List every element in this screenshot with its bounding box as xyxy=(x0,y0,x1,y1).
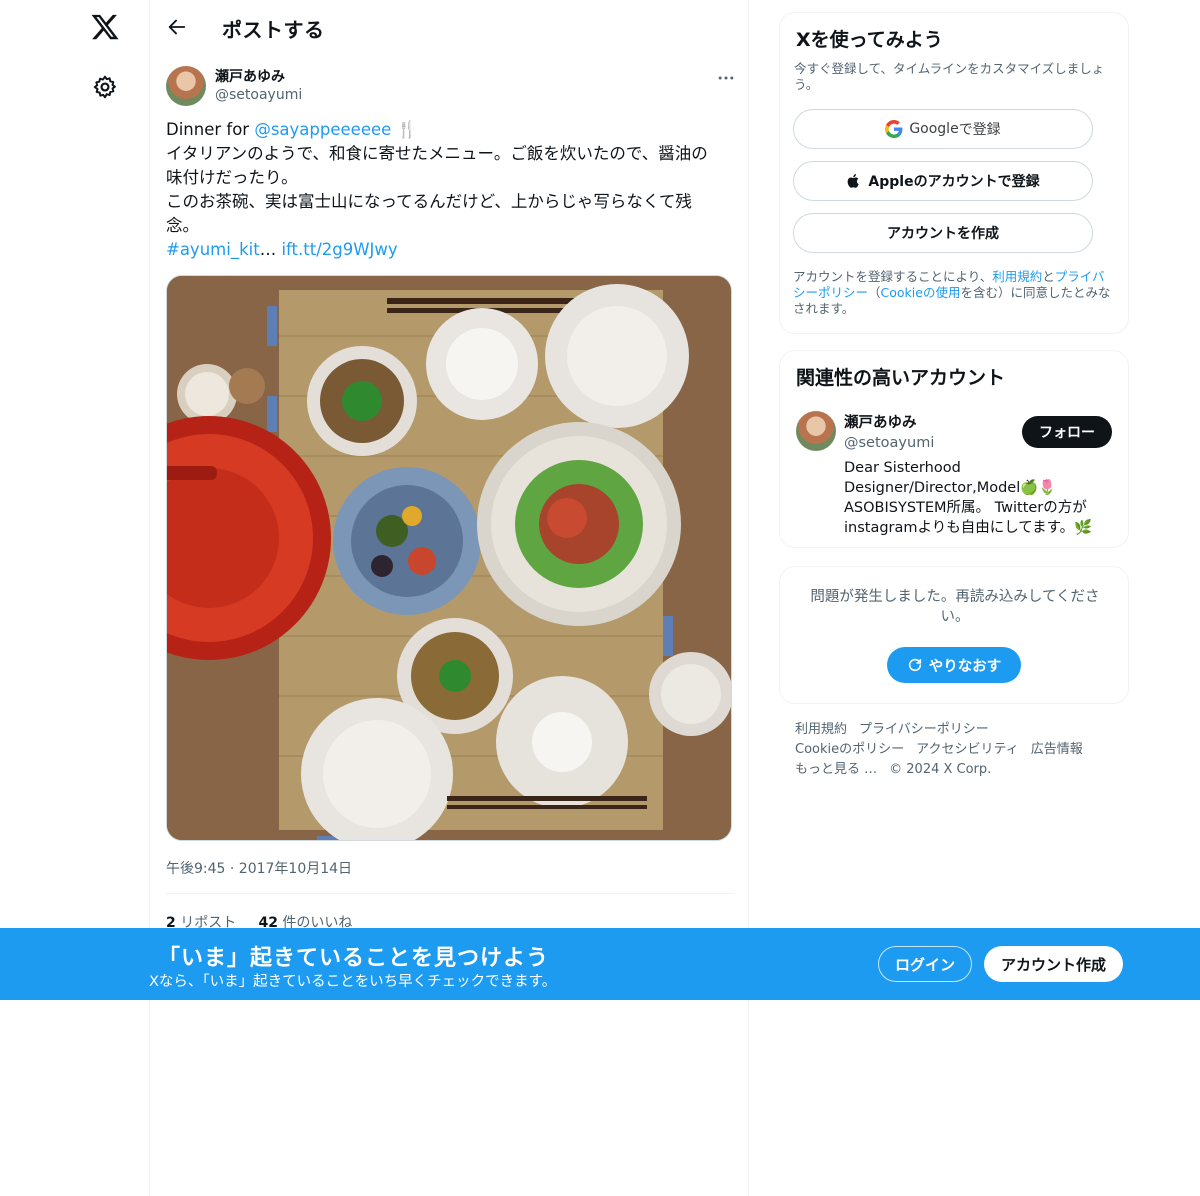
left-nav xyxy=(0,0,150,1196)
top-bar: ポストする xyxy=(150,0,750,54)
login-banner: 「いま」起きていることを見つけよう Xなら、「いま」起きていることをいち早くチェ… xyxy=(0,928,1200,1000)
relevant-accounts-card: 関連性の高いアカウント 瀬戸あゆみ @setoayumi フォロー Dear S… xyxy=(779,350,1129,548)
account-bio: Dear Sisterhood Designer/Director,Model🍏… xyxy=(844,458,1114,538)
signup-card-title: Xを使ってみよう xyxy=(796,29,943,51)
x-logo-icon[interactable] xyxy=(90,12,120,42)
legal-text: アカウントを登録することにより、利用規約とプライバシーポリシー（Cookieの使… xyxy=(793,269,1117,317)
apple-signup-label: Appleのアカウントで登録 xyxy=(868,174,1040,190)
short-link[interactable]: ift.tt/2g9WJwy xyxy=(281,240,397,259)
google-signup-button[interactable]: Google で登録 xyxy=(793,109,1093,149)
gear-icon[interactable] xyxy=(92,74,118,100)
post-photo[interactable] xyxy=(166,275,732,841)
refresh-icon xyxy=(908,658,921,672)
hashtag-link[interactable]: #ayumi_kit xyxy=(166,240,260,259)
google-icon xyxy=(885,120,903,138)
post-author: 瀬戸あゆみ @setoayumi xyxy=(166,64,736,108)
bio-line: ASOBISYSTEM所属。 Twitterの方が xyxy=(844,500,1087,516)
back-arrow-icon[interactable] xyxy=(166,16,188,38)
bio-line: Designer/Director,Model🍏🌷 xyxy=(844,480,1057,496)
bio-line: instagramよりも自由にしてます。🌿 xyxy=(844,520,1093,536)
retry-label: やりなおす xyxy=(928,658,1002,675)
main-column: ポストする 瀬戸あゆみ @setoayumi Dinner for @sayap… xyxy=(149,0,749,1196)
post-text: Dinner for @sayappeeeeee 🍴 イタリアンのようで、和食に… xyxy=(166,118,726,262)
post-line-5: 念。 xyxy=(166,216,199,235)
banner-subtitle: Xなら、「いま」起きていることをいち早くチェックできます。 xyxy=(149,974,557,990)
post-text-prefix: Dinner for xyxy=(166,120,255,139)
food-photo-illustration xyxy=(167,276,731,840)
footer-copyright: © 2024 X Corp. xyxy=(889,762,992,777)
mention-link[interactable]: @sayappeeeeee xyxy=(254,120,391,139)
error-card: 問題が発生しました。再読み込みしてください。 やりなおす xyxy=(779,566,1129,704)
account-handle[interactable]: @setoayumi xyxy=(844,435,934,451)
relevant-accounts-title: 関連性の高いアカウント xyxy=(796,367,1006,389)
divider xyxy=(166,893,734,894)
ellipsis: … xyxy=(259,240,282,259)
retry-button[interactable]: やりなおす xyxy=(887,647,1021,683)
sidebar-footer: 利用規約 プライバシーポリシー Cookieのポリシー アクセシビリティ 広告情報 も… xyxy=(795,720,1125,780)
post-line-3: 味付けだったり。 xyxy=(166,168,298,187)
footer-privacy-link[interactable]: プライバシーポリシー xyxy=(859,722,989,737)
error-message: 問題が発生しました。再読み込みしてください。 xyxy=(810,589,1100,625)
banner-title: 「いま」起きていることを見つけよう xyxy=(158,946,550,971)
apple-signup-button[interactable]: Appleのアカウントで登録 xyxy=(793,161,1093,201)
follow-button[interactable]: フォロー xyxy=(1022,416,1112,448)
legal-text-2: と xyxy=(1042,269,1055,284)
author-handle[interactable]: @setoayumi xyxy=(215,87,302,103)
cookie-link[interactable]: Cookieの使用 xyxy=(881,285,961,300)
post-timestamp[interactable]: 午後9:45 · 2017年10月14日 xyxy=(166,858,352,878)
fork-knife-emoji: 🍴 xyxy=(396,120,418,139)
legal-text-1: アカウントを登録することにより、 xyxy=(793,269,993,284)
avatar[interactable] xyxy=(796,411,836,451)
account-name[interactable]: 瀬戸あゆみ xyxy=(844,411,917,432)
more-options-icon[interactable] xyxy=(716,68,736,88)
bio-line: Dear Sisterhood xyxy=(844,460,961,476)
footer-ads-link[interactable]: 広告情報 xyxy=(1031,742,1083,757)
post-line-2: イタリアンのようで、和食に寄せたメニュー。ご飯を炊いたので、醤油の xyxy=(166,144,708,163)
footer-cookie-link[interactable]: Cookieのポリシー xyxy=(795,742,904,757)
create-account-button[interactable]: アカウントを作成 xyxy=(793,213,1093,253)
terms-link[interactable]: 利用規約 xyxy=(992,269,1042,284)
google-suffix: で登録 xyxy=(958,122,1001,138)
avatar[interactable] xyxy=(166,66,206,106)
footer-terms-link[interactable]: 利用規約 xyxy=(795,722,847,737)
signup-card-subtitle: 今すぐ登録して、タイムラインをカスタマイズしましょう。 xyxy=(794,61,1105,92)
author-name[interactable]: 瀬戸あゆみ xyxy=(215,66,285,86)
post-line-4: このお茶碗、実は富士山になってるんだけど、上からじゃ写らなくて残 xyxy=(166,192,692,211)
legal-text-3: （ xyxy=(868,285,881,300)
footer-more-link[interactable]: もっと見る … xyxy=(795,762,877,777)
page-title: ポストする xyxy=(222,18,325,42)
apple-icon xyxy=(848,174,860,188)
create-account-label: アカウントを作成 xyxy=(887,226,999,242)
google-brand: Google xyxy=(909,121,959,137)
login-button[interactable]: ログイン xyxy=(878,946,972,982)
footer-accessibility-link[interactable]: アクセシビリティ xyxy=(916,742,1019,757)
signup-button[interactable]: アカウント作成 xyxy=(984,946,1123,982)
signup-card: Xを使ってみよう 今すぐ登録して、タイムラインをカスタマイズしましょう。 Goo… xyxy=(779,12,1129,334)
